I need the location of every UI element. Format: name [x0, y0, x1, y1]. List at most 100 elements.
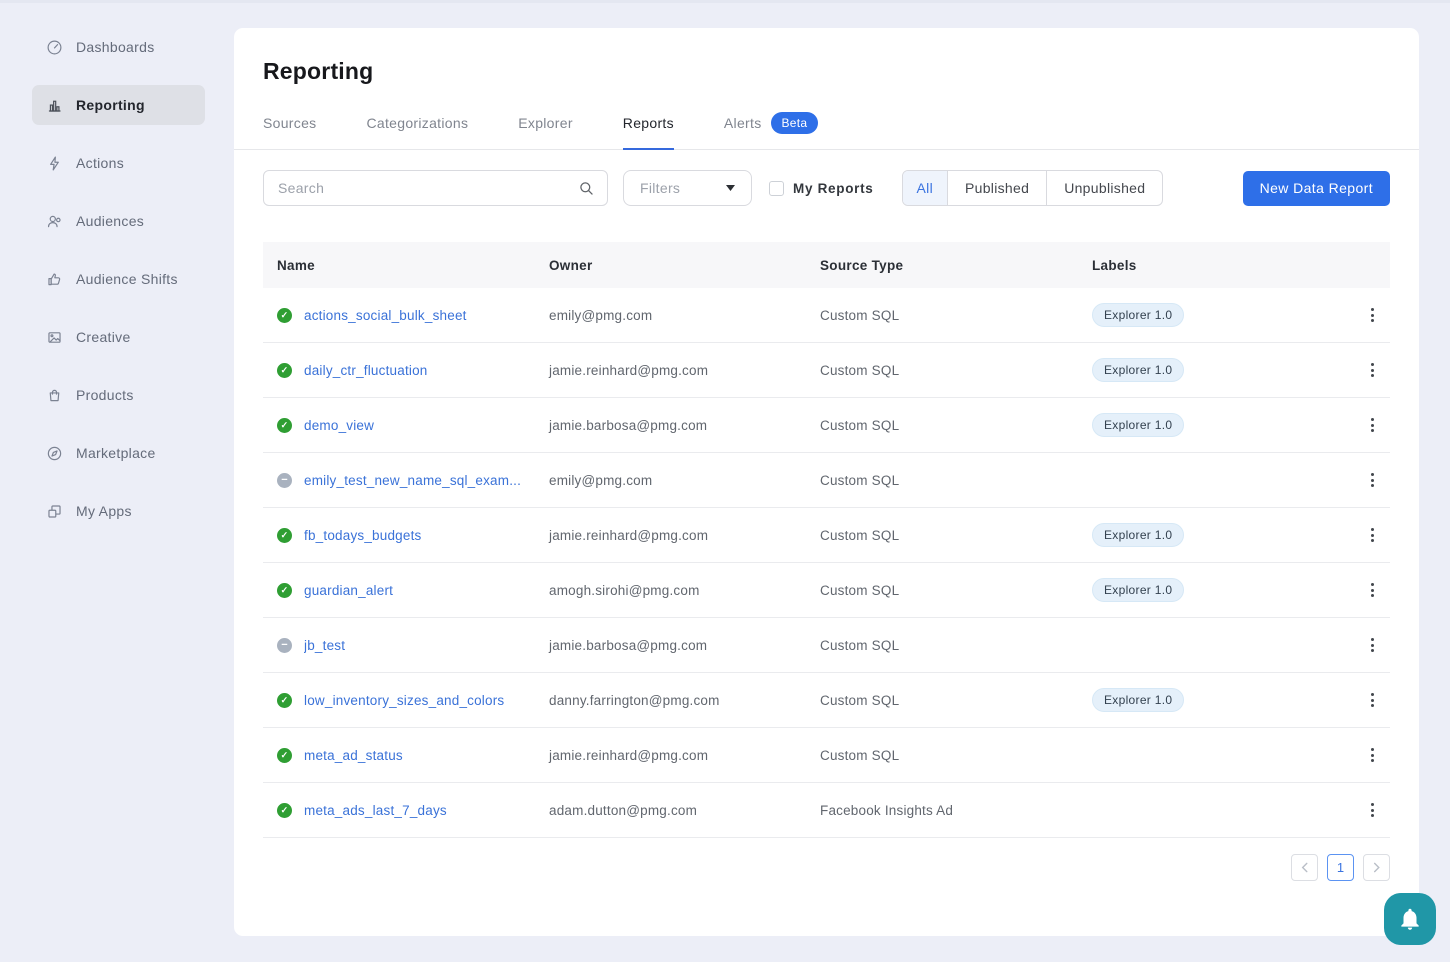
sidebar-item-actions[interactable]: Actions — [32, 143, 205, 183]
status-icon — [277, 363, 292, 378]
filters-dropdown[interactable]: Filters — [623, 170, 752, 206]
labels-cell: Explorer 1.0 — [1078, 303, 1354, 327]
notifications-fab[interactable] — [1384, 893, 1436, 945]
sidebar-item-dashboards[interactable]: Dashboards — [32, 27, 205, 67]
sidebar-item-label: Reporting — [76, 97, 145, 113]
report-name-link[interactable]: meta_ad_status — [304, 748, 403, 763]
sidebar-item-creative[interactable]: Creative — [32, 317, 205, 357]
labels-cell: Explorer 1.0 — [1078, 688, 1354, 712]
image-icon — [46, 329, 63, 346]
segment-unpublished[interactable]: Unpublished — [1046, 171, 1162, 205]
label-pill: Explorer 1.0 — [1092, 523, 1184, 547]
source-type-cell: Custom SQL — [806, 638, 1078, 653]
owner-cell: emily@pmg.com — [535, 308, 806, 323]
labels-cell: Explorer 1.0 — [1078, 358, 1354, 382]
report-name-link[interactable]: daily_ctr_fluctuation — [304, 363, 428, 378]
report-name-link[interactable]: jb_test — [304, 638, 345, 653]
row-menu-button[interactable] — [1354, 577, 1390, 603]
lightning-icon — [46, 155, 63, 172]
tab-alerts[interactable]: Alerts Beta — [724, 112, 818, 150]
row-menu-button[interactable] — [1354, 302, 1390, 328]
status-icon — [277, 473, 292, 488]
sidebar-item-label: Marketplace — [76, 445, 156, 461]
report-name-link[interactable]: actions_social_bulk_sheet — [304, 308, 467, 323]
label-pill: Explorer 1.0 — [1092, 578, 1184, 602]
sidebar-item-marketplace[interactable]: Marketplace — [32, 433, 205, 473]
my-reports-checkbox[interactable] — [769, 181, 784, 196]
row-menu-button[interactable] — [1354, 632, 1390, 658]
tab-label: Alerts — [724, 115, 762, 131]
row-menu-button[interactable] — [1354, 687, 1390, 713]
source-type-cell: Custom SQL — [806, 748, 1078, 763]
sidebar-item-label: Dashboards — [76, 39, 155, 55]
report-name-link[interactable]: demo_view — [304, 418, 374, 433]
report-name-link[interactable]: fb_todays_budgets — [304, 528, 422, 543]
search-box — [263, 170, 608, 206]
sidebar-item-products[interactable]: Products — [32, 375, 205, 415]
sidebar-item-my-apps[interactable]: My Apps — [32, 491, 205, 531]
tab-explorer[interactable]: Explorer — [518, 112, 573, 150]
pagination: 1 — [263, 854, 1390, 881]
gauge-icon — [46, 39, 63, 56]
source-type-cell: Custom SQL — [806, 528, 1078, 543]
sidebar-item-label: Products — [76, 387, 134, 403]
toolbar: Filters My Reports All Published Unpubli… — [263, 170, 1390, 206]
owner-cell: adam.dutton@pmg.com — [535, 803, 806, 818]
column-header-source-type: Source Type — [806, 258, 1078, 273]
my-reports-label: My Reports — [793, 181, 874, 196]
new-data-report-button[interactable]: New Data Report — [1243, 171, 1390, 206]
bag-icon — [46, 387, 63, 404]
tab-bar: Sources Categorizations Explorer Reports… — [234, 112, 1419, 150]
source-type-cell: Facebook Insights Ad — [806, 803, 1078, 818]
source-type-cell: Custom SQL — [806, 418, 1078, 433]
compass-icon — [46, 445, 63, 462]
row-menu-button[interactable] — [1354, 467, 1390, 493]
tab-label: Explorer — [518, 115, 573, 131]
owner-cell: danny.farrington@pmg.com — [535, 693, 806, 708]
table-header-row: Name Owner Source Type Labels — [263, 242, 1390, 288]
owner-cell: jamie.barbosa@pmg.com — [535, 638, 806, 653]
status-icon — [277, 418, 292, 433]
tab-sources[interactable]: Sources — [263, 112, 316, 150]
bell-icon — [1397, 906, 1423, 932]
report-name-link[interactable]: guardian_alert — [304, 583, 393, 598]
sidebar-item-audiences[interactable]: Audiences — [32, 201, 205, 241]
bar-chart-icon — [46, 97, 63, 114]
row-menu-button[interactable] — [1354, 797, 1390, 823]
chevron-right-icon — [1372, 862, 1381, 873]
sidebar-item-audience-shifts[interactable]: Audience Shifts — [32, 259, 205, 299]
row-menu-button[interactable] — [1354, 522, 1390, 548]
chevron-left-icon — [1300, 862, 1309, 873]
owner-cell: jamie.reinhard@pmg.com — [535, 528, 806, 543]
owner-cell: emily@pmg.com — [535, 473, 806, 488]
table-row: guardian_alert amogh.sirohi@pmg.com Cust… — [263, 563, 1390, 618]
search-input[interactable] — [278, 180, 578, 196]
status-icon — [277, 583, 292, 598]
table-row: daily_ctr_fluctuation jamie.reinhard@pmg… — [263, 343, 1390, 398]
row-menu-button[interactable] — [1354, 742, 1390, 768]
prev-page-button[interactable] — [1291, 854, 1318, 881]
table-row: demo_view jamie.barbosa@pmg.com Custom S… — [263, 398, 1390, 453]
table-row: actions_social_bulk_sheet emily@pmg.com … — [263, 288, 1390, 343]
row-menu-button[interactable] — [1354, 357, 1390, 383]
report-name-link[interactable]: emily_test_new_name_sql_exam... — [304, 473, 521, 488]
source-type-cell: Custom SQL — [806, 308, 1078, 323]
segment-published[interactable]: Published — [947, 171, 1046, 205]
table-row: fb_todays_budgets jamie.reinhard@pmg.com… — [263, 508, 1390, 563]
sidebar-item-reporting[interactable]: Reporting — [32, 85, 205, 125]
reporting-card: Reporting Sources Categorizations Explor… — [234, 28, 1419, 936]
tab-categorizations[interactable]: Categorizations — [366, 112, 468, 150]
owner-cell: amogh.sirohi@pmg.com — [535, 583, 806, 598]
status-icon — [277, 308, 292, 323]
status-icon — [277, 528, 292, 543]
owner-cell: jamie.barbosa@pmg.com — [535, 418, 806, 433]
report-name-link[interactable]: meta_ads_last_7_days — [304, 803, 447, 818]
row-menu-button[interactable] — [1354, 412, 1390, 438]
table-row: low_inventory_sizes_and_colors danny.far… — [263, 673, 1390, 728]
tab-reports[interactable]: Reports — [623, 112, 674, 150]
segment-all[interactable]: All — [903, 171, 947, 205]
page-title: Reporting — [263, 58, 1390, 85]
report-name-link[interactable]: low_inventory_sizes_and_colors — [304, 693, 504, 708]
next-page-button[interactable] — [1363, 854, 1390, 881]
page-number-button[interactable]: 1 — [1327, 854, 1354, 881]
